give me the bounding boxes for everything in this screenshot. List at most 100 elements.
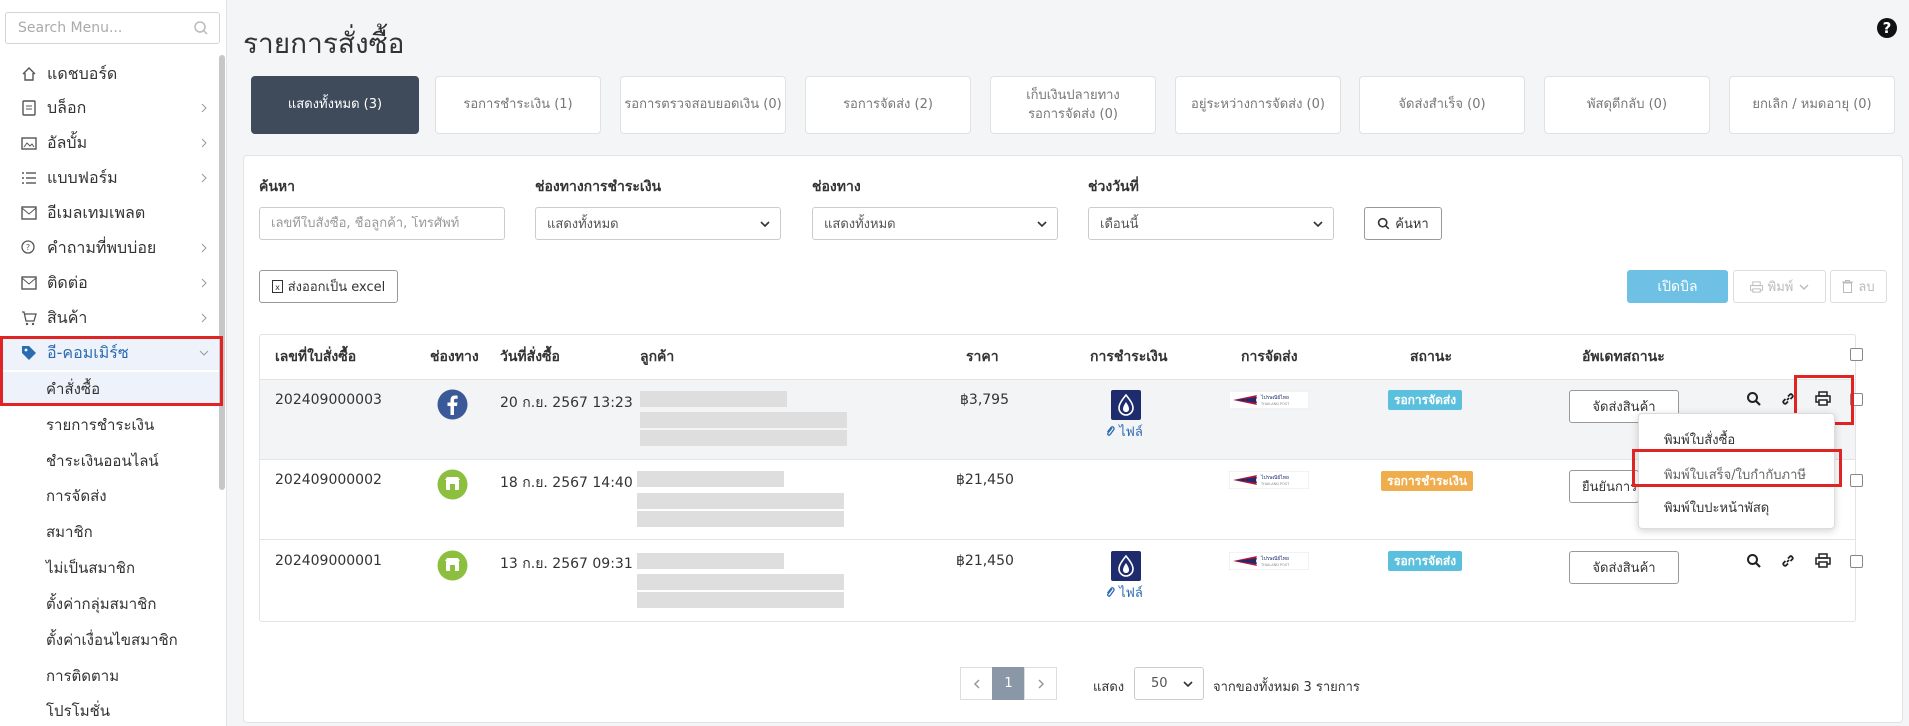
sidebar-subitem-label: การติดตาม [46,667,120,685]
sidebar-subitem-label: ตั้งค่าเงื่อนไขสมาชิก [46,631,178,649]
sidebar-item-album[interactable]: อัลบั้ม [0,126,219,160]
tab-label: ยกเลิก / หมดอายุ (0) [1752,97,1872,113]
sidebar-scrollbar[interactable] [219,55,225,490]
row-checkbox[interactable] [1850,555,1863,568]
ship-order-button[interactable]: จัดส่งสินค้า [1569,551,1679,584]
sidebar-subitem-online-payment[interactable]: ชำระเงินออนไลน์ [0,444,219,478]
select-value: 50 [1151,676,1168,691]
pagination-prev-button[interactable] [960,667,993,700]
sidebar-subitem-payments[interactable]: รายการชำระเงิน [0,408,219,442]
sidebar-subitem-label: โปรโมชั่น [46,702,111,720]
print-dropdown-button[interactable]: พิมพ์ [1733,270,1826,303]
sidebar-subitem-tracking[interactable]: การติดตาม [0,659,219,693]
confirm-payment-button[interactable]: ยืนยันการ [1569,470,1639,503]
chevron-right-icon [201,243,207,253]
trash-icon [1842,280,1854,293]
tab-label: รอการชำระเงิน (1) [463,97,573,113]
search-button[interactable]: ค้นหา [1364,207,1442,240]
link-icon[interactable] [1780,553,1796,569]
col-header-order-date: วันที่สั่งซื้อ [500,349,560,365]
row-checkbox[interactable] [1850,474,1863,487]
chevron-down-icon [1313,221,1323,228]
sidebar-item-products[interactable]: สินค้า [0,301,219,335]
sidebar-subitem-non-members[interactable]: ไม่เป็นสมาชิก [0,551,219,585]
chevron-right-icon [201,138,207,148]
tab-cancelled[interactable]: ยกเลิก / หมดอายุ (0) [1729,76,1895,134]
sidebar-item-dashboard[interactable]: แดชบอร์ด [0,57,219,91]
pagination-next-button[interactable] [1024,667,1057,700]
print-purchase-order-item[interactable]: พิมพ์ใบสั่งซื้อ [1664,429,1735,450]
svg-text:ไปรษณีย์ไทย: ไปรษณีย์ไทย [1260,394,1289,401]
redacted-customer-info [640,430,847,446]
col-header-update-status: อัพเดทสถานะ [1582,349,1665,365]
payment-file-link[interactable]: ไฟล์ [1105,421,1143,442]
bank-logo-icon [1111,551,1141,581]
date-range-label: ช่วงวันที่ [1088,179,1139,195]
tab-awaiting-verification[interactable]: รอการตรวจสอบยอดเงิน (0) [620,76,786,134]
channel-label: ช่องทาง [812,179,861,195]
delete-button[interactable]: ลบ [1830,270,1887,303]
sidebar-subitem-member-groups[interactable]: ตั้งค่ากลุ่มสมาชิก [0,587,219,621]
redacted-customer-name [637,471,784,487]
chevron-right-icon [201,173,207,183]
sidebar-item-label: สินค้า [47,307,88,327]
sidebar-subitem-members[interactable]: สมาชิก [0,515,219,549]
search-label: ค้นหา [259,179,296,195]
order-number[interactable]: 202409000002 [275,472,382,488]
chevron-down-icon [1037,221,1047,228]
col-header-channel: ช่องทาง [430,349,479,365]
sidebar-item-faq[interactable]: ? คำถามที่พบบ่อย [0,231,219,265]
button-label: ลบ [1858,280,1875,295]
help-icon[interactable]: ? [1877,18,1897,38]
menu-search-box[interactable] [5,12,220,44]
tab-all[interactable]: แสดงทั้งหมด (3) [251,76,419,134]
sidebar-subitem-label: ไม่เป็นสมาชิก [46,559,136,577]
search-field[interactable] [259,207,505,240]
tab-returned[interactable]: พัสดุตีกลับ (0) [1544,76,1710,134]
col-header-status: สถานะ [1410,349,1452,365]
export-excel-button[interactable]: x ส่งออกเป็น excel [259,270,398,303]
search-icon [194,21,208,35]
sidebar-item-email-template[interactable]: อีเมลเทมเพลต [0,196,219,230]
search-icon[interactable] [1746,553,1762,569]
tab-cod-awaiting-shipping[interactable]: เก็บเงินปลายทาง รอการจัดส่ง (0) [990,76,1156,134]
pagination-page-current[interactable]: 1 [992,667,1025,700]
select-all-checkbox[interactable] [1850,348,1863,361]
tab-label: เก็บเงินปลายทาง [1026,87,1120,103]
order-number[interactable]: 202409000003 [275,392,382,408]
menu-search-input[interactable] [6,13,186,43]
per-page-select[interactable]: 50 [1134,667,1204,700]
tab-awaiting-payment[interactable]: รอการชำระเงิน (1) [435,76,601,134]
redacted-customer-info [637,592,844,608]
store-icon [437,550,468,581]
redacted-customer-name [640,391,787,407]
search-input[interactable] [271,216,504,231]
open-bill-button[interactable]: เปิดบิล [1627,270,1728,303]
sidebar-item-contact[interactable]: ติดต่อ [0,266,219,300]
sidebar-item-blog[interactable]: บล็อก [0,91,219,125]
sidebar-item-form[interactable]: แบบฟอร์ม [0,161,219,195]
sidebar-subitem-label: รายการชำระเงิน [46,416,155,434]
chevron-right-icon [201,313,207,323]
sidebar-subitem-member-conditions[interactable]: ตั้งค่าเงื่อนไขสมาชิก [0,623,219,657]
tab-delivered[interactable]: จัดส่งสำเร็จ (0) [1359,76,1525,134]
channel-select[interactable]: แสดงทั้งหมด [812,207,1058,240]
print-shipping-label-item[interactable]: พิมพ์ใบปะหน้าพัสดุ [1664,497,1769,518]
sidebar-item-label: แบบฟอร์ม [47,167,118,187]
paperclip-icon [1106,426,1115,436]
tab-in-transit[interactable]: อยู่ระหว่างการจัดส่ง (0) [1175,76,1341,134]
thailand-post-logo-icon: ไปรษณีย์ไทยTHAILAND POST [1229,552,1309,570]
date-range-select[interactable]: เดือนนี้ [1088,207,1334,240]
sidebar-subitem-promotions[interactable]: โปรโมชั่น [0,694,219,726]
order-number[interactable]: 202409000001 [275,553,382,569]
tab-label: จัดส่งสำเร็จ (0) [1398,97,1486,113]
paperclip-icon [1106,587,1115,597]
search-icon[interactable] [1746,391,1762,407]
sidebar-subitem-shipping[interactable]: การจัดส่ง [0,479,219,513]
printer-icon[interactable] [1815,553,1831,569]
payment-file-link[interactable]: ไฟล์ [1105,582,1143,603]
payment-channel-select[interactable]: แสดงทั้งหมด [535,207,781,240]
tab-label: อยู่ระหว่างการจัดส่ง (0) [1191,97,1325,113]
tab-awaiting-shipping[interactable]: รอการจัดส่ง (2) [805,76,971,134]
svg-text:?: ? [26,243,30,252]
